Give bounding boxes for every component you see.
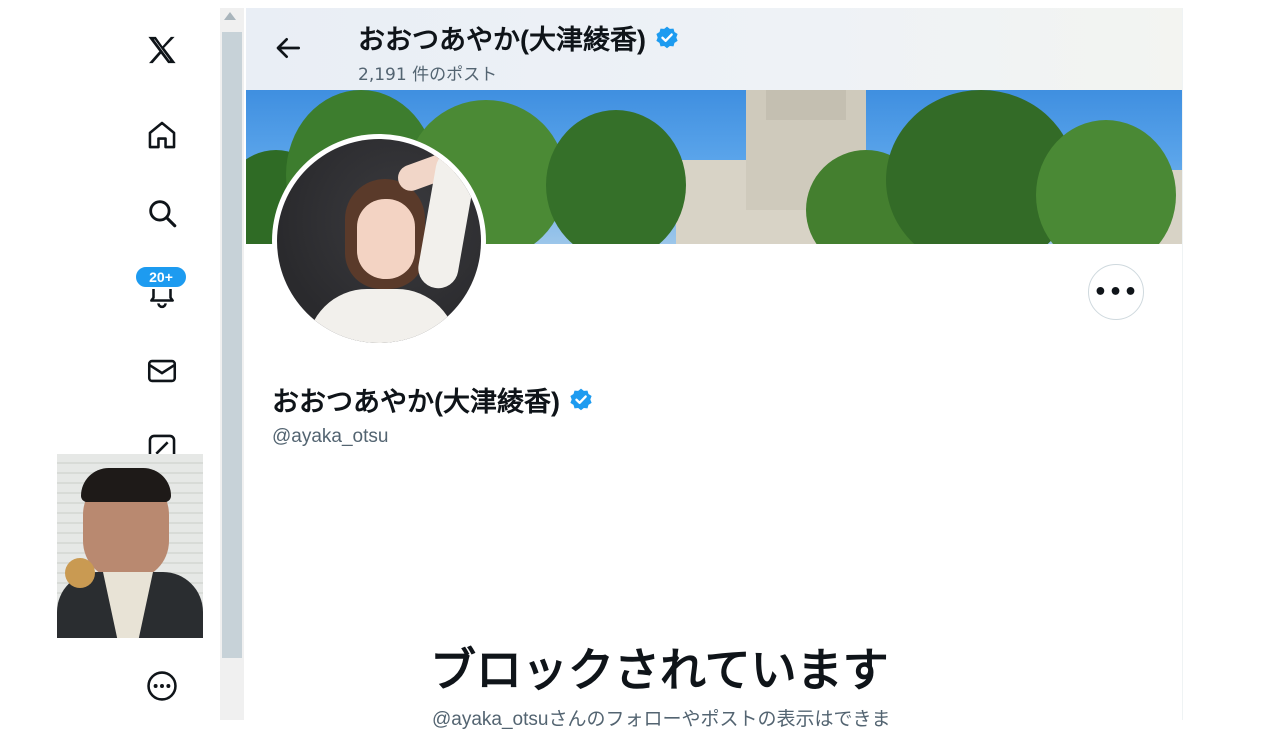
header-title: おおつあやか(大津綾香)	[358, 18, 680, 58]
profile-column: おおつあやか(大津綾香) 2,191 件のポスト ••• おおつあやか(大津綾香…	[246, 8, 1183, 730]
avatar-photo	[277, 139, 481, 343]
profile-avatar[interactable]	[272, 134, 486, 348]
back-arrow-icon[interactable]	[272, 32, 304, 64]
scrollbar-thumb[interactable]	[222, 32, 242, 658]
verified-badge-icon	[654, 25, 680, 58]
search-icon[interactable]	[142, 193, 182, 233]
profile-handle: @ayaka_otsu	[272, 426, 389, 447]
profile-display-name-row: おおつあやか(大津綾香)	[272, 380, 594, 420]
notification-badge: 20+	[134, 265, 188, 289]
scroll-up-arrow-icon[interactable]	[224, 12, 236, 20]
blocked-title: ブロックされています	[430, 644, 889, 696]
x-logo-icon[interactable]	[142, 30, 182, 70]
verified-badge-icon	[568, 387, 594, 420]
home-icon[interactable]	[142, 115, 182, 155]
mail-icon[interactable]	[142, 351, 182, 391]
header-name: おおつあやか(大津綾香)	[358, 25, 646, 55]
profile-header: おおつあやか(大津綾香) 2,191 件のポスト	[246, 8, 1182, 90]
webcam-overlay	[57, 454, 203, 638]
more-circle-icon[interactable]	[142, 666, 182, 706]
blocked-subtitle: @ayaka_otsuさんのフォローやポストの表示はできま	[432, 709, 891, 730]
post-count: 2,191 件のポスト	[358, 65, 498, 85]
profile-display-name: おおつあやか(大津綾香)	[272, 387, 560, 417]
more-options-button[interactable]: •••	[1088, 264, 1144, 320]
